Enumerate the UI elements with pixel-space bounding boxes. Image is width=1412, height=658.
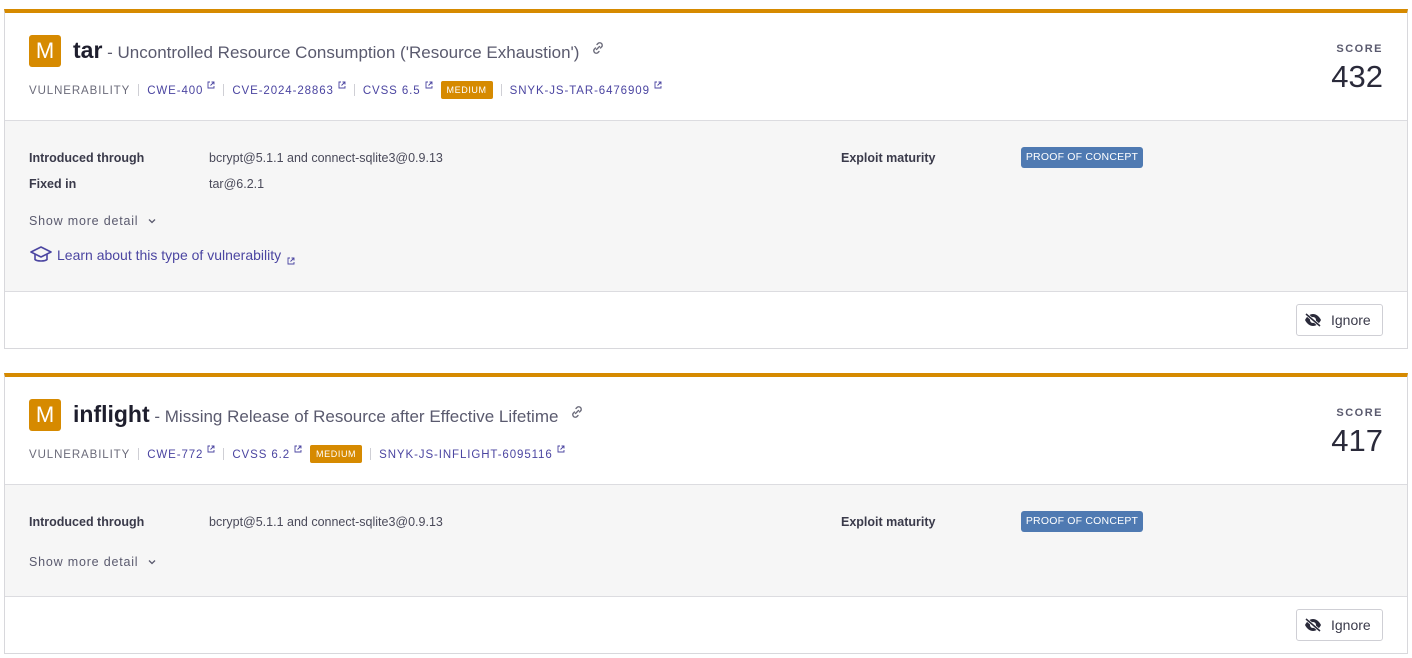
divider [353,84,355,96]
external-link-icon [207,445,215,453]
snyk-id-label: SNYK-JS-INFLIGHT-6095116 [379,449,553,461]
external-link-icon [557,445,565,453]
cve-link[interactable]: CVE-2024-28863 [232,81,346,97]
ignore-label: Ignore [1331,312,1371,328]
exploit-maturity-label: Exploit maturity [841,515,936,529]
title-separator: - [149,407,165,426]
external-link-icon [654,81,662,89]
show-more-label: Show more detail [29,214,139,228]
chevron-down-icon [148,560,156,565]
show-more-detail-button[interactable]: Show more detail [29,214,157,228]
severity-badge: M [29,35,61,67]
introduced-through-value: bcrypt@5.1.1 and connect-sqlite3@0.9.13 [209,515,443,529]
score-label: SCORE [1336,407,1383,419]
score-value: 432 [1331,59,1383,94]
issue-title: inflight - Missing Release of Resource a… [73,401,585,428]
issue-footer: Ignore [5,292,1407,349]
issue-footer: Ignore [5,597,1407,654]
cve-label: CVE-2024-28863 [232,85,334,97]
score-value: 417 [1331,423,1383,458]
external-link-icon [294,445,302,453]
divider [223,84,225,96]
chevron-down-icon [148,219,156,224]
cvss-label: CVSS 6.5 [362,85,421,97]
divider [500,84,502,96]
external-link-icon [287,257,295,265]
divider [138,448,140,460]
issue-type: VULNERABILITY [29,85,131,97]
snyk-id-label: SNYK-JS-TAR-6476909 [509,85,650,97]
eye-off-icon [1305,312,1321,328]
severity-label-badge: MEDIUM [440,81,493,99]
introduced-through-label: Introduced through [29,151,145,165]
learn-link-label: Learn about this type of vulnerability [57,247,282,263]
eye-off-icon [1305,617,1321,633]
external-link-icon [207,81,215,89]
issue-header: M inflight - Missing Release of Resource… [5,377,1407,485]
vulnerability-title: Missing Release of Resource after Effect… [164,407,559,426]
cwe-label: CWE-772 [147,449,204,461]
introduced-through-value: bcrypt@5.1.1 and connect-sqlite3@0.9.13 [209,151,443,165]
ignore-label: Ignore [1331,617,1371,633]
score-block: SCORE 432 [1331,43,1383,95]
issue-type: VULNERABILITY [29,449,131,461]
issue-details: Introduced through bcrypt@5.1.1 and conn… [5,121,1407,292]
cwe-link[interactable]: CWE-400 [147,81,215,97]
divider [370,448,372,460]
cwe-link[interactable]: CWE-772 [147,445,215,461]
exploit-maturity-badge: PROOF OF CONCEPT [1021,147,1143,168]
external-link-icon [425,81,432,89]
ignore-button[interactable]: Ignore [1296,304,1383,336]
package-name: tar [73,37,103,63]
ignore-button[interactable]: Ignore [1296,609,1383,641]
introduced-through-label: Introduced through [29,515,145,529]
show-more-label: Show more detail [29,555,139,569]
score-label: SCORE [1336,43,1383,55]
issue-card-tar: M tar - Uncontrolled Resource Consumptio… [4,9,1408,349]
issue-meta: VULNERABILITY CWE-772 CVSS 6.2 MEDIUM SNYK-J… [29,445,565,463]
issue-meta: VULNERABILITY CWE-400 CVE-2024-28863 CVSS 6… [29,81,662,99]
issue-details: Introduced through bcrypt@5.1.1 and conn… [5,485,1407,597]
exploit-maturity-label: Exploit maturity [841,151,936,165]
snyk-id-link[interactable]: SNYK-JS-TAR-6476909 [509,81,662,97]
learn-vulnerability-link[interactable]: Learn about this type of vulnerability [29,245,299,265]
divider [223,448,225,460]
score-block: SCORE 417 [1331,407,1383,459]
divider [138,84,140,96]
issue-header: M tar - Uncontrolled Resource Consumptio… [5,13,1407,121]
cvss-link[interactable]: CVSS 6.2 [232,445,302,461]
link-icon[interactable] [590,40,606,61]
cvss-link[interactable]: CVSS 6.5 [362,81,433,97]
issue-card-inflight: M inflight - Missing Release of Resource… [4,373,1408,654]
cwe-label: CWE-400 [147,85,204,97]
link-icon[interactable] [569,404,585,425]
external-link-icon [338,81,346,89]
show-more-detail-button[interactable]: Show more detail [29,555,157,569]
vulnerability-title: Uncontrolled Resource Consumption ('Reso… [117,43,580,62]
title-separator: - [102,43,118,62]
graduation-cap-icon [30,246,52,262]
fixed-in-label: Fixed in [29,177,77,191]
severity-label-badge: MEDIUM [310,445,363,463]
snyk-id-link[interactable]: SNYK-JS-INFLIGHT-6095116 [379,445,565,461]
exploit-maturity-badge: PROOF OF CONCEPT [1021,511,1143,532]
cvss-label: CVSS 6.2 [232,449,291,461]
severity-badge: M [29,399,61,431]
package-name: inflight [73,401,150,427]
fixed-in-value: tar@6.2.1 [209,177,265,191]
issue-title: tar - Uncontrolled Resource Consumption … [73,37,606,64]
